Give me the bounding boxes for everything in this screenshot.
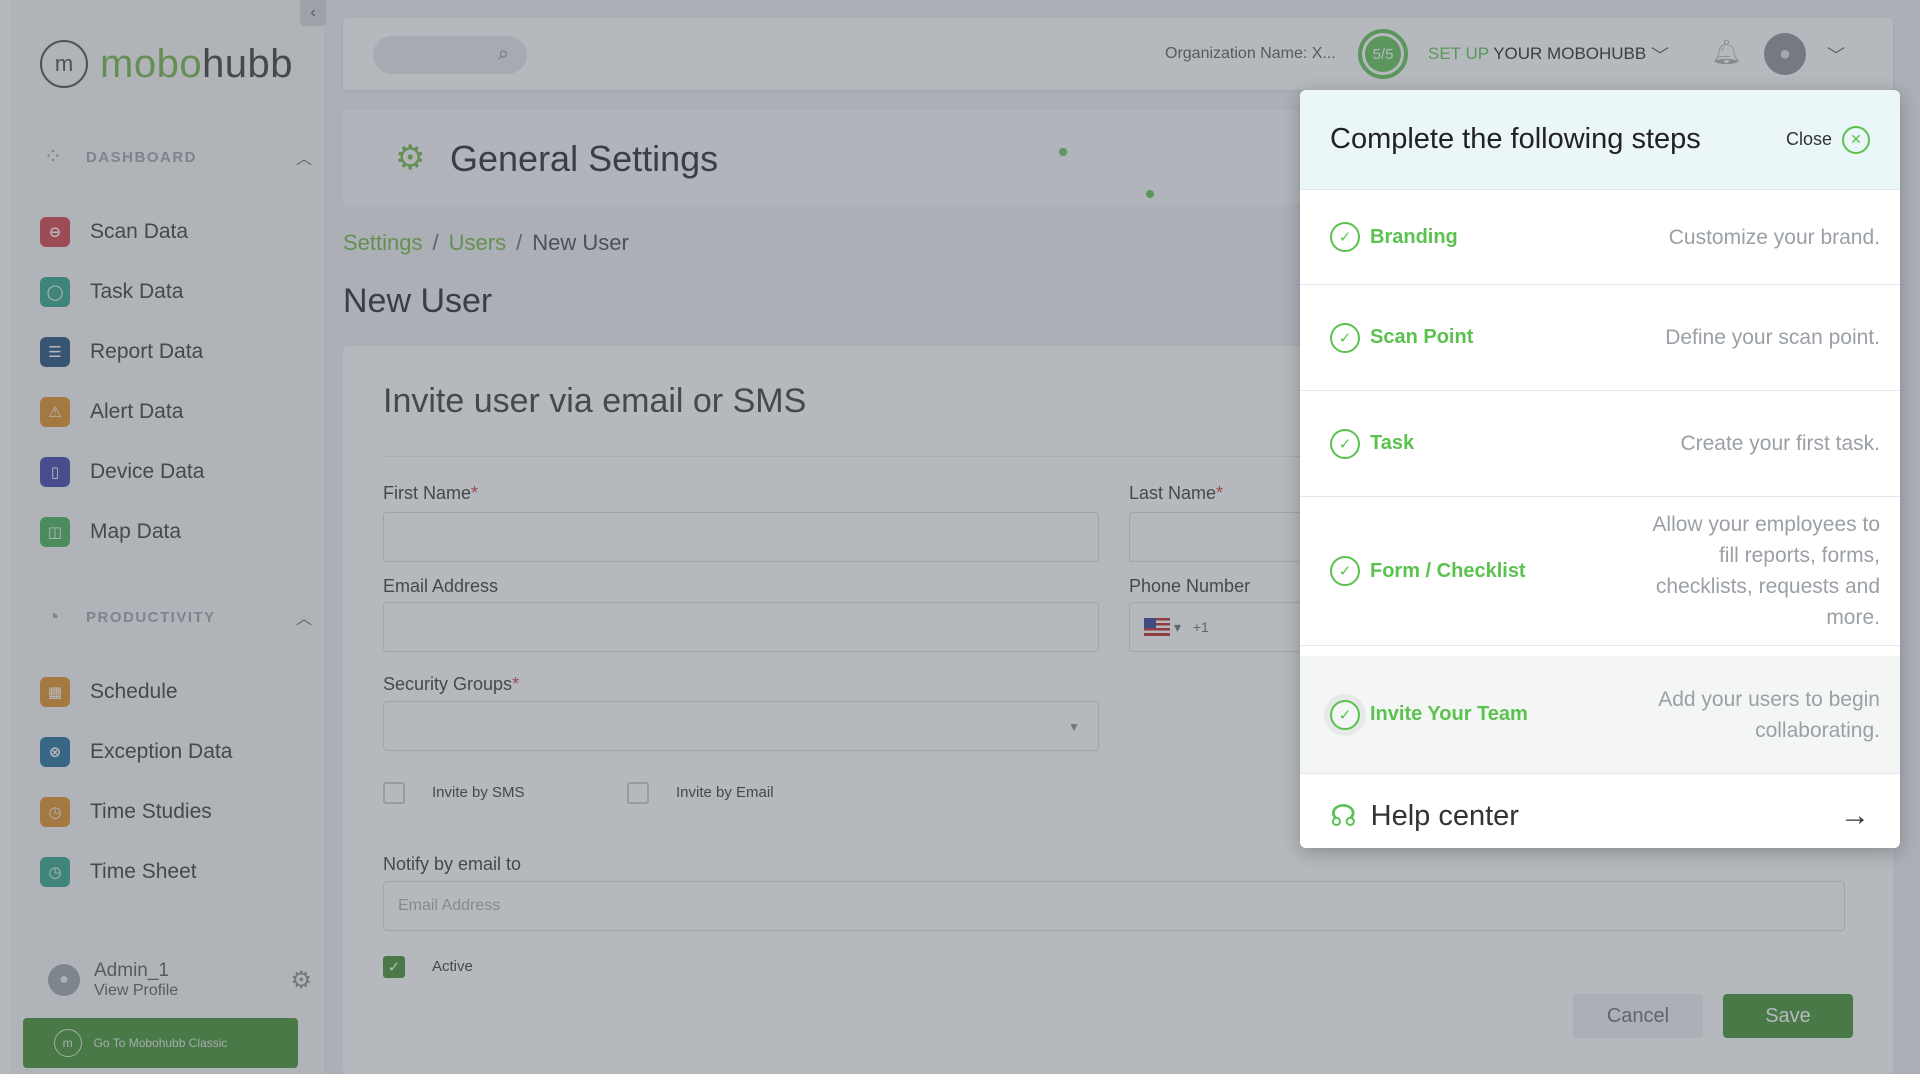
check-circle-icon: ✓ [1330,428,1360,459]
headset-icon: ☊ [1330,799,1357,833]
panel-title: Complete the following steps [1330,123,1701,155]
step-description: Define your scan point. [1665,326,1880,349]
step-description: Create your first task. [1680,432,1880,455]
help-center-link[interactable]: ☊ Help center → [1300,774,1900,848]
step-name: Invite Your Team [1370,703,1528,725]
step-branding[interactable]: ✓ Branding Customize your brand. [1300,190,1900,285]
step-invite-team[interactable]: ✓ Invite Your Team Add your users to beg… [1300,656,1900,774]
step-task[interactable]: ✓ Task Create your first task. [1300,391,1900,497]
check-circle-icon: ✓ [1330,222,1360,252]
step-description: Allow your employees to fill reports, fo… [1652,513,1880,629]
step-scan-point[interactable]: ✓ Scan Point Define your scan point. [1300,285,1900,391]
close-label: Close [1785,129,1832,149]
arrow-right-icon: → [1840,799,1870,832]
step-description: Customize your brand. [1668,225,1880,249]
setup-steps-panel: Complete the following steps Close ✕ ✓ B… [1300,90,1900,848]
step-form-checklist[interactable]: ✓ Form / Checklist Allow your employees … [1300,497,1900,646]
close-icon: ✕ [1842,125,1870,154]
check-circle-icon: ✓ [1330,699,1360,730]
step-name: Branding [1370,225,1458,248]
help-center-label: Help center [1370,799,1519,832]
step-name: Scan Point [1370,326,1474,348]
step-name: Form / Checklist [1370,559,1526,582]
step-description: Add your users to begin collaborating. [1658,687,1880,742]
close-button[interactable]: Close ✕ [1785,125,1870,154]
check-circle-icon: ✓ [1330,322,1360,353]
step-name: Task [1370,432,1415,454]
check-circle-icon: ✓ [1330,556,1360,586]
panel-header: Complete the following steps Close ✕ [1300,90,1900,190]
